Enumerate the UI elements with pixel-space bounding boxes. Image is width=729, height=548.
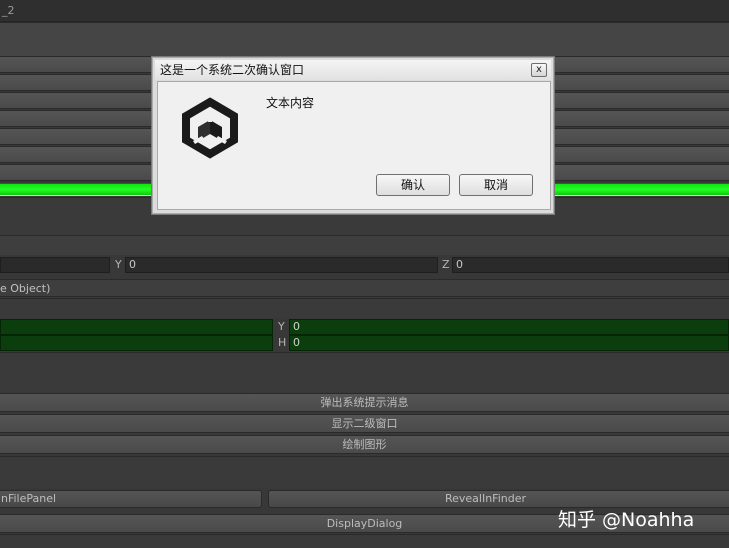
- dialog-body: 文本内容 确认 取消: [157, 81, 551, 210]
- dialog-title: 这是一个系统二次确认窗口: [160, 63, 305, 77]
- show-message-button[interactable]: 弹出系统提示消息: [0, 393, 729, 412]
- rect-h-field[interactable]: 0: [289, 335, 729, 351]
- z-value-field[interactable]: 0: [452, 257, 729, 273]
- unity-logo-icon: [182, 97, 238, 159]
- dialog-message: 文本内容: [266, 96, 315, 110]
- rect-h-label: H: [278, 336, 287, 349]
- y-value-field[interactable]: 0: [125, 257, 438, 273]
- bottom-panel: [0, 534, 729, 548]
- y-axis-label: Y: [115, 258, 122, 271]
- spacer-panel-3: [0, 352, 729, 392]
- draw-shape-button[interactable]: 绘制图形: [0, 435, 729, 454]
- object-field[interactable]: e Object): [0, 279, 729, 297]
- close-button[interactable]: x: [531, 63, 547, 77]
- x-value-field[interactable]: [0, 257, 110, 273]
- object-field-text: e Object): [0, 282, 51, 295]
- spacer-panel-2: [0, 298, 729, 318]
- dialog-title-bar: 这是一个系统二次确认窗口 x: [155, 60, 551, 80]
- cancel-button[interactable]: 取消: [459, 174, 533, 196]
- window-title: _2: [2, 4, 15, 17]
- open-file-panel-button[interactable]: nFilePanel: [0, 490, 262, 508]
- spacer-panel-4: [0, 456, 729, 488]
- editor-title-bar: _2: [0, 0, 729, 22]
- rect-w-field[interactable]: [0, 335, 273, 351]
- watermark-text: 知乎 @Noahha: [558, 509, 695, 531]
- rect-y-field[interactable]: 0: [289, 319, 729, 335]
- confirm-dialog: 这是一个系统二次确认窗口 x 文本内容 确认 取消: [151, 56, 555, 215]
- confirm-button[interactable]: 确认: [376, 174, 450, 196]
- show-dialog2-button[interactable]: 显示二级窗口: [0, 414, 729, 433]
- rect-x-field[interactable]: [0, 319, 273, 335]
- rect-y-label: Y: [278, 320, 285, 333]
- empty-panel: [0, 22, 729, 56]
- z-axis-label: Z: [442, 258, 450, 271]
- section-header: [0, 235, 729, 255]
